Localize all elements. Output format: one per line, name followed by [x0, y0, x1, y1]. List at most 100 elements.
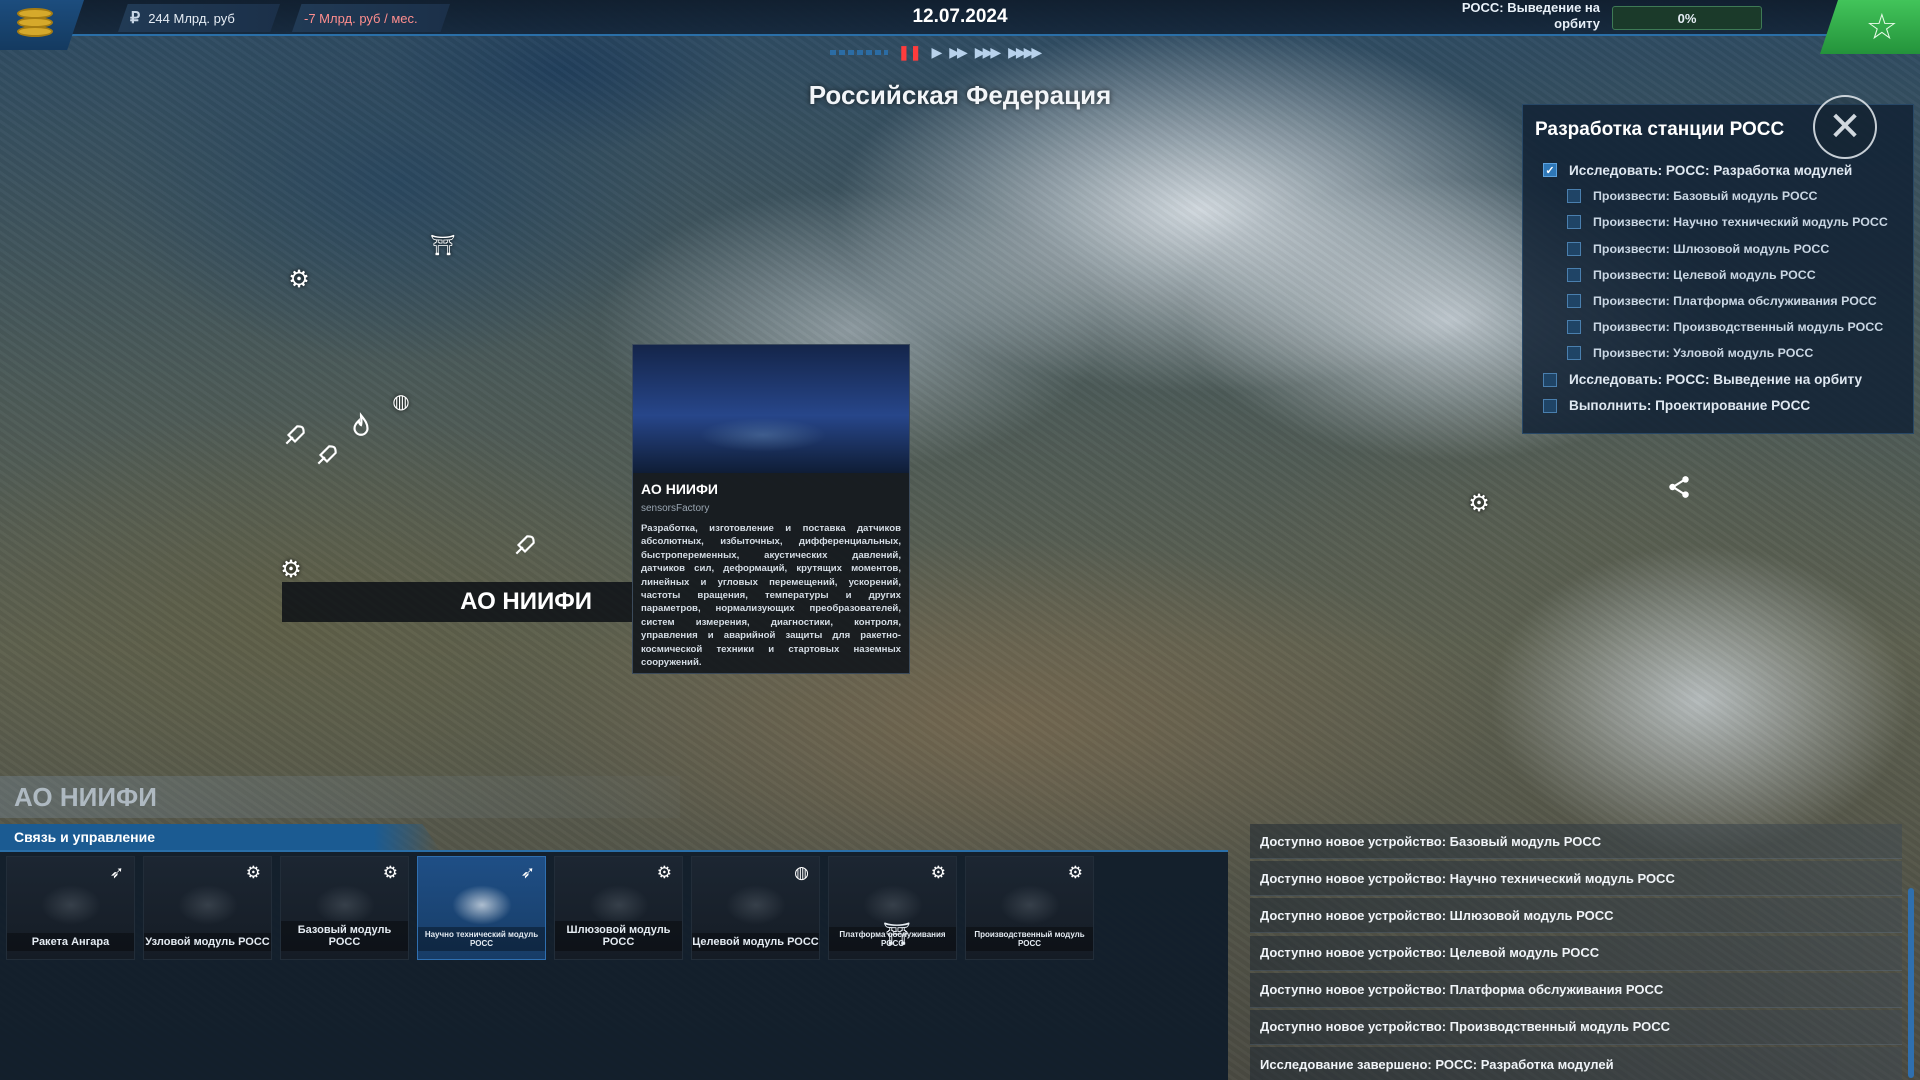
- objective-item: Выполнить: Проектирование РОСС: [1543, 393, 1913, 419]
- objective-label: Произвести: Базовый модуль РОСС: [1593, 189, 1818, 204]
- info-card-title: АО НИИФИ: [641, 481, 718, 497]
- notification-item[interactable]: Доступно новое устройство: Базовый модул…: [1250, 824, 1902, 859]
- production-card[interactable]: ◍ Целевой модуль РОСС: [691, 856, 820, 960]
- objective-checkbox[interactable]: [1567, 294, 1581, 309]
- production-card[interactable]: ➶ Научно технический модуль РОСС: [417, 856, 546, 960]
- objective-item: ✓ Исследовать: РОСС: Разработка модулей: [1543, 157, 1913, 183]
- production-card[interactable]: ➶ Ракета Ангара: [6, 856, 135, 960]
- globe-marker[interactable]: ◍: [386, 386, 416, 416]
- selected-facility-marker[interactable]: [510, 530, 540, 560]
- objective-checkbox[interactable]: [1567, 215, 1581, 230]
- production-card-label: Базовый модуль РОСС: [281, 921, 408, 951]
- objective-checkbox[interactable]: [1543, 398, 1557, 413]
- rocket-cluster-marker[interactable]: [280, 420, 310, 450]
- launch-site-marker[interactable]: ⛩: [428, 230, 458, 260]
- goal-progress-text: 0%: [1677, 10, 1697, 26]
- faster-forward-icon[interactable]: ▶▶▶: [975, 44, 1001, 61]
- module-thumbnail: [589, 885, 649, 925]
- rocket-icon: [317, 445, 337, 465]
- production-card-label: Целевой модуль РОСС: [692, 933, 819, 951]
- objective-checkbox[interactable]: [1567, 320, 1581, 335]
- expense-value: -7 Млрд. руб / мес.: [304, 10, 418, 26]
- fastest-forward-icon[interactable]: ▶▶▶▶: [1008, 44, 1042, 61]
- close-button[interactable]: ✕: [1813, 95, 1877, 159]
- info-card-description: Разработка, изготовление и поставка датч…: [641, 523, 901, 669]
- production-card-label: Производственный модуль РОСС: [966, 927, 1093, 951]
- close-icon: ✕: [1828, 105, 1862, 149]
- module-thumbnail: [452, 885, 512, 925]
- ruble-icon: ₽: [130, 10, 141, 27]
- goal-label: РОСС: Выведение на орбиту: [1461, 0, 1600, 31]
- objective-checkbox[interactable]: [1567, 346, 1581, 361]
- gear-icon: ⚙: [1067, 863, 1083, 882]
- notification-item[interactable]: Доступно новое устройство: Производствен…: [1250, 1009, 1902, 1045]
- facility-info-card: АО НИИФИ sensorsFactory Разработка, изго…: [632, 344, 910, 674]
- facility-gear-marker-3[interactable]: ⚙: [1464, 488, 1494, 518]
- fire-marker[interactable]: [346, 410, 376, 440]
- production-card-label: Научно технический модуль РОСС: [418, 927, 545, 951]
- module-thumbnail: [1000, 885, 1060, 925]
- flame-icon: [353, 412, 369, 436]
- objective-item: Произвести: Производственный модуль РОСС: [1543, 314, 1913, 340]
- gear-icon: ⚙: [382, 863, 398, 882]
- module-thumbnail: [41, 885, 101, 925]
- notification-item[interactable]: Доступно новое устройство: Целевой модул…: [1250, 935, 1902, 971]
- production-card[interactable]: ⚙ Шлюзовой модуль РОСС: [554, 856, 683, 960]
- pause-icon[interactable]: ❚❚: [898, 44, 921, 61]
- objective-checkbox[interactable]: ✓: [1543, 163, 1557, 178]
- fast-forward-icon[interactable]: ▶▶: [949, 44, 967, 61]
- info-card-subtitle: sensorsFactory: [641, 503, 710, 514]
- production-card[interactable]: ⚙ Узловой модуль РОСС: [143, 856, 272, 960]
- balance-display: ₽ 244 Млрд. руб: [118, 4, 280, 32]
- production-card-label: Узловой модуль РОСС: [144, 933, 271, 951]
- objective-label: Произвести: Целевой модуль РОСС: [1593, 267, 1816, 282]
- objective-item: Произвести: Шлюзовой модуль РОСС: [1543, 236, 1913, 262]
- tab-communications[interactable]: Связь и управление: [0, 824, 440, 850]
- play-icon[interactable]: ▶: [931, 44, 942, 61]
- production-card[interactable]: ⚙ Базовый модуль РОСС: [280, 856, 409, 960]
- objective-label: Исследовать: РОСС: Разработка модулей: [1569, 162, 1853, 178]
- notification-list: Доступно новое устройство: Базовый модул…: [1250, 824, 1902, 1080]
- facility-gear-marker-2[interactable]: ⚙: [276, 554, 306, 584]
- module-thumbnail: [863, 885, 923, 925]
- notification-item[interactable]: Исследование завершено: РОСС: Разработка…: [1250, 1047, 1902, 1080]
- module-thumbnail: [315, 885, 375, 925]
- objective-checkbox[interactable]: [1543, 372, 1557, 387]
- notification-item[interactable]: Доступно новое устройство: Научно технич…: [1250, 861, 1902, 897]
- expense-display: -7 Млрд. руб / мес.: [292, 4, 450, 32]
- production-card[interactable]: ⚙ Платформа обслуживания РОСС ⛩: [828, 856, 957, 960]
- facility-preview-image: [633, 345, 909, 473]
- production-card[interactable]: ⚙ Производственный модуль РОСС: [965, 856, 1094, 960]
- share-icon: [1669, 476, 1689, 498]
- notifications-scrollbar[interactable]: [1908, 888, 1914, 1078]
- objective-checkbox[interactable]: [1567, 241, 1581, 256]
- launch-site-icon: ⛩: [883, 921, 911, 946]
- rocket-icon: [285, 425, 305, 445]
- gear-icon: ⚙: [656, 863, 672, 882]
- facility-name-banner: АО НИИФИ: [0, 776, 680, 818]
- objective-checkbox[interactable]: [1567, 189, 1581, 204]
- notification-item[interactable]: Доступно новое устройство: Платформа обс…: [1250, 972, 1902, 1008]
- goal-progress-bar: 0%: [1612, 6, 1762, 30]
- facility-gear-marker[interactable]: ⚙: [284, 264, 314, 294]
- gear-icon: ⚙: [930, 863, 946, 882]
- notification-item[interactable]: Доступно новое устройство: Шлюзовой моду…: [1250, 898, 1902, 934]
- globe-icon: ◍: [794, 863, 809, 882]
- objective-item: Произвести: Целевой модуль РОСС: [1543, 262, 1913, 288]
- objective-item: Произвести: Узловой модуль РОСС: [1543, 340, 1913, 366]
- time-controls: ❚❚ ▶ ▶▶ ▶▶▶ ▶▶▶▶: [830, 42, 1042, 62]
- current-date: 12.07.2024: [912, 6, 1008, 27]
- objective-label: Произвести: Производственный модуль РОСС: [1593, 320, 1884, 335]
- rocket-cluster-marker-2[interactable]: [312, 440, 342, 470]
- star-icon: ☆: [1865, 6, 1898, 47]
- objective-checkbox[interactable]: [1567, 267, 1581, 282]
- network-marker[interactable]: [1664, 472, 1694, 502]
- gear-icon: ⚙: [245, 863, 261, 882]
- production-cards: ➶ Ракета Ангара ⚙ Узловой модуль РОСС ⚙ Базов…: [6, 856, 1094, 960]
- objective-label: Произвести: Платформа обслуживания РОСС: [1593, 294, 1877, 309]
- objective-label: Произвести: Шлюзовой модуль РОСС: [1593, 241, 1830, 256]
- selected-location-label: АО НИИФИ: [282, 582, 632, 622]
- objective-label: Произвести: Научно технический модуль РО…: [1593, 215, 1888, 230]
- objectives-heading: Разработка станции РОСС: [1535, 119, 1785, 140]
- rocket-icon: ➶: [520, 863, 535, 882]
